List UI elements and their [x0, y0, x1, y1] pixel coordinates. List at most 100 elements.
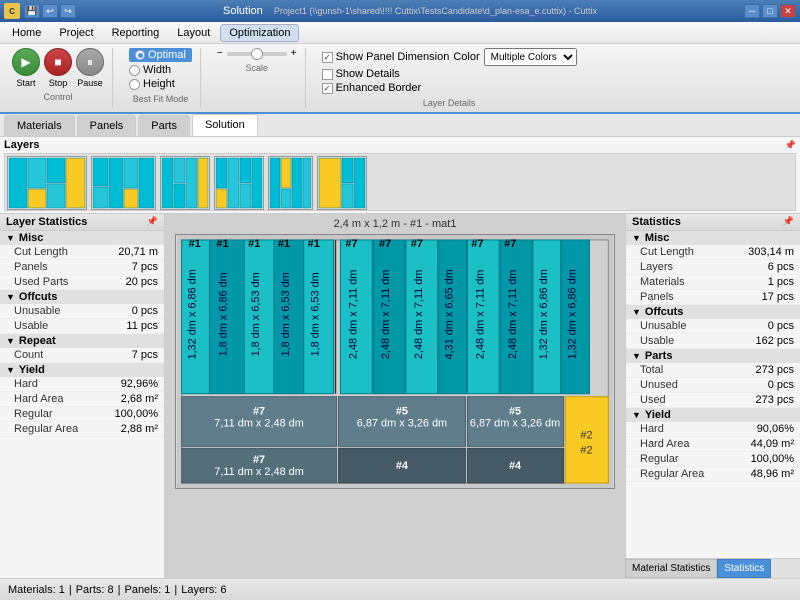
stop-button[interactable]: ■	[44, 48, 72, 76]
left-stat-regular: Regular 100,00%	[0, 407, 164, 422]
right-used-label: Used	[640, 394, 666, 406]
left-regulararea-label: Regular Area	[14, 423, 78, 435]
left-offcuts-header[interactable]: ▼ Offcuts	[0, 290, 164, 304]
svg-text:#4: #4	[396, 460, 408, 472]
svg-text:#2: #2	[580, 429, 592, 441]
left-regulararea-value: 2,88 m²	[121, 423, 158, 435]
enhanced-border-check	[322, 83, 333, 94]
left-stat-usable: Usable 11 pcs	[0, 319, 164, 334]
status-parts: Parts: 8	[76, 584, 114, 596]
left-regular-value: 100,00%	[115, 408, 158, 420]
svg-text:#7: #7	[411, 238, 423, 250]
left-stat-count: Count 7 pcs	[0, 348, 164, 363]
pin-icon[interactable]: 📌	[785, 140, 796, 151]
svg-text:6,87 dm x 3,26 dm: 6,87 dm x 3,26 dm	[470, 417, 560, 429]
menu-optimization[interactable]: Optimization	[220, 24, 299, 42]
optimal-radio[interactable]: Optimal	[129, 48, 192, 62]
tab-panels[interactable]: Panels	[77, 115, 137, 136]
width-radio-dot	[129, 65, 140, 76]
tab-solution[interactable]: Solution	[192, 114, 258, 136]
canvas-title: 2,4 m x 1,2 m - #1 - mat1	[334, 218, 457, 230]
left-stats-title: Layer Statistics	[6, 216, 87, 228]
menu-bar: Home Project Reporting Layout Optimizati…	[0, 22, 800, 44]
svg-text:1,8 dm x 6,53 dm: 1,8 dm x 6,53 dm	[250, 272, 262, 356]
right-hard-value: 90,06%	[757, 423, 794, 435]
layer-thumb-6[interactable]	[317, 156, 367, 210]
svg-text:#5: #5	[396, 406, 408, 418]
cutting-layout-svg: 1,32 dm x 6,86 dm 1,8 dm x 6,86 dm 1,8 d…	[175, 234, 615, 489]
left-stats-panel: Layer Statistics 📌 ▼ Misc Cut Length 20,…	[0, 214, 165, 599]
layer-thumb-4[interactable]	[214, 156, 264, 210]
right-parts-header[interactable]: ▼ Parts	[626, 349, 800, 363]
maximize-btn[interactable]: □	[762, 4, 778, 18]
menu-reporting[interactable]: Reporting	[104, 25, 168, 41]
tab-parts[interactable]: Parts	[138, 115, 190, 136]
left-unusable-label: Unusable	[14, 305, 60, 317]
layer-thumb-5[interactable]	[268, 156, 313, 210]
right-parts-label: Parts	[645, 350, 673, 362]
svg-text:1,32 dm x 6,86 dm: 1,32 dm x 6,86 dm	[187, 269, 199, 359]
bottom-tabs-container: Material Statistics Statistics	[625, 558, 800, 578]
enhanced-border-checkbox[interactable]: Enhanced Border	[322, 82, 577, 94]
left-stat-cutlength: Cut Length 20,71 m	[0, 245, 164, 260]
left-misc-label: Misc	[19, 232, 43, 244]
layers-label: Layers	[4, 139, 39, 151]
layers-scroll[interactable]	[4, 153, 796, 211]
right-yield-header[interactable]: ▼ Yield	[626, 408, 800, 422]
start-button[interactable]: ▶	[12, 48, 40, 76]
left-usedparts-value: 20 pcs	[126, 276, 158, 288]
ribbon-group-fitmode: Optimal Width Height Best Fit Mode	[121, 48, 201, 108]
ribbon-group-scale: − + Scale	[209, 48, 306, 108]
color-select[interactable]: Multiple Colors	[484, 48, 577, 66]
pause-button[interactable]: ⏸	[76, 48, 104, 76]
show-details-checkbox[interactable]: Show Details	[322, 68, 577, 80]
right-stats-pin[interactable]: 📌	[783, 216, 794, 228]
close-btn[interactable]: ✕	[780, 4, 796, 18]
menu-project[interactable]: Project	[51, 25, 101, 41]
right-materials-value: 1 pcs	[768, 276, 794, 288]
minimize-btn[interactable]: ─	[744, 4, 760, 18]
material-statistics-tab[interactable]: Material Statistics	[625, 559, 717, 578]
left-stats-header: Layer Statistics 📌	[0, 214, 164, 231]
right-regular-label: Regular	[640, 453, 679, 465]
width-radio[interactable]: Width	[129, 64, 192, 76]
statistics-tab[interactable]: Statistics	[717, 559, 771, 578]
control-group-label: Control	[43, 92, 72, 102]
menu-layout[interactable]: Layout	[169, 25, 218, 41]
show-panel-dimension-checkbox[interactable]: Show Panel Dimension	[322, 51, 450, 63]
status-separator-1: |	[69, 584, 72, 596]
canvas-area[interactable]: 2,4 m x 1,2 m - #1 - mat1 1,32 dm x 6,86…	[165, 214, 625, 599]
scale-thumb[interactable]	[251, 48, 263, 60]
left-stat-usedparts: Used Parts 20 pcs	[0, 275, 164, 290]
quick-redo-btn[interactable]: ↪	[60, 4, 76, 18]
svg-text:#1: #1	[248, 238, 260, 250]
status-separator-2: |	[118, 584, 121, 596]
left-hard-label: Hard	[14, 378, 38, 390]
layer-thumb-2[interactable]	[91, 156, 156, 210]
svg-text:1,32 dm x 6,86 dm: 1,32 dm x 6,86 dm	[567, 269, 579, 359]
tab-materials[interactable]: Materials	[4, 115, 75, 136]
quick-undo-btn[interactable]: ↩	[42, 4, 58, 18]
scale-track	[227, 52, 287, 56]
left-usable-label: Usable	[14, 320, 48, 332]
layer-thumb-3[interactable]	[160, 156, 210, 210]
left-stats-pin[interactable]: 📌	[147, 216, 158, 228]
right-stat-total: Total 273 pcs	[626, 363, 800, 378]
left-yield-label: Yield	[19, 364, 45, 376]
right-materials-label: Materials	[640, 276, 685, 288]
quick-save-btn[interactable]: 💾	[24, 4, 40, 18]
left-repeat-label: Repeat	[19, 335, 56, 347]
layer-thumb-1[interactable]	[7, 156, 87, 210]
right-misc-header[interactable]: ▼ Misc	[626, 231, 800, 245]
left-repeat-header[interactable]: ▼ Repeat	[0, 334, 164, 348]
right-offcuts-header[interactable]: ▼ Offcuts	[626, 305, 800, 319]
right-stats-panel: Statistics 📌 ▼ Misc Cut Length 303,14 m …	[625, 214, 800, 599]
right-misc-label: Misc	[645, 232, 669, 244]
height-radio[interactable]: Height	[129, 78, 192, 90]
menu-home[interactable]: Home	[4, 25, 49, 41]
left-usedparts-label: Used Parts	[14, 276, 68, 288]
svg-text:#2: #2	[580, 444, 592, 456]
left-yield-header[interactable]: ▼ Yield	[0, 363, 164, 377]
left-misc-header[interactable]: ▼ Misc	[0, 231, 164, 245]
left-cutlength-value: 20,71 m	[118, 246, 158, 258]
